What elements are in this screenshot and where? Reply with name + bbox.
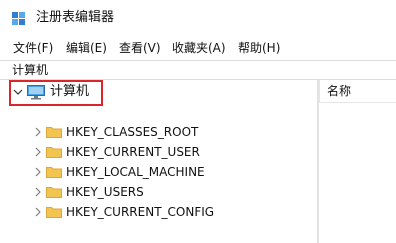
tree-item-label: HKEY_CURRENT_CONFIG bbox=[66, 205, 215, 219]
folder-icon bbox=[46, 207, 62, 218]
tree-item-label: HKEY_CURRENT_USER bbox=[66, 145, 200, 159]
regedit-window: 注册表编辑器 文件(F) 编辑(E) 查看(V) 收藏夹(A) 帮助(H) 计算… bbox=[0, 0, 396, 243]
chevron-right-icon[interactable] bbox=[32, 166, 44, 178]
menu-help[interactable]: 帮助(H) bbox=[238, 38, 280, 58]
title-bar[interactable]: 注册表编辑器 bbox=[0, 0, 396, 36]
values-pane: 名称 bbox=[319, 80, 396, 243]
column-header-label: 名称 bbox=[327, 84, 352, 98]
highlight-box bbox=[9, 80, 103, 106]
chevron-right-icon[interactable] bbox=[32, 126, 44, 138]
folder-icon bbox=[46, 127, 62, 138]
tree-item-hkey-current-user[interactable]: HKEY_CURRENT_USER bbox=[0, 142, 317, 162]
tree-item-label: HKEY_CLASSES_ROOT bbox=[66, 125, 199, 139]
menu-file[interactable]: 文件(F) bbox=[13, 38, 53, 58]
column-divider bbox=[319, 80, 320, 102]
tree-item-hkey-users[interactable]: HKEY_USERS bbox=[0, 182, 317, 202]
menu-bar: 文件(F) 编辑(E) 查看(V) 收藏夹(A) 帮助(H) bbox=[0, 38, 396, 58]
folder-icon bbox=[46, 167, 62, 178]
tree-item-label: HKEY_USERS bbox=[66, 185, 144, 199]
tree-item-label: HKEY_LOCAL_MACHINE bbox=[66, 165, 205, 179]
regedit-app-icon bbox=[12, 12, 25, 25]
chevron-right-icon[interactable] bbox=[32, 146, 44, 158]
address-path[interactable]: 计算机 bbox=[12, 61, 48, 79]
column-header-name[interactable]: 名称 bbox=[319, 80, 396, 103]
folder-icon bbox=[46, 147, 62, 158]
tree-item-hkey-current-config[interactable]: HKEY_CURRENT_CONFIG bbox=[0, 202, 317, 222]
window-title: 注册表编辑器 bbox=[36, 10, 115, 25]
menu-favorites[interactable]: 收藏夹(A) bbox=[172, 38, 226, 58]
tree-item-hkey-local-machine[interactable]: HKEY_LOCAL_MACHINE bbox=[0, 162, 317, 182]
menu-view[interactable]: 查看(V) bbox=[119, 38, 161, 58]
menu-edit[interactable]: 编辑(E) bbox=[66, 38, 107, 58]
chevron-right-icon[interactable] bbox=[32, 206, 44, 218]
chevron-right-icon[interactable] bbox=[32, 186, 44, 198]
address-bar[interactable]: 计算机 bbox=[0, 60, 396, 80]
folder-icon bbox=[46, 187, 62, 198]
tree-item-hkey-classes-root[interactable]: HKEY_CLASSES_ROOT bbox=[0, 122, 317, 142]
